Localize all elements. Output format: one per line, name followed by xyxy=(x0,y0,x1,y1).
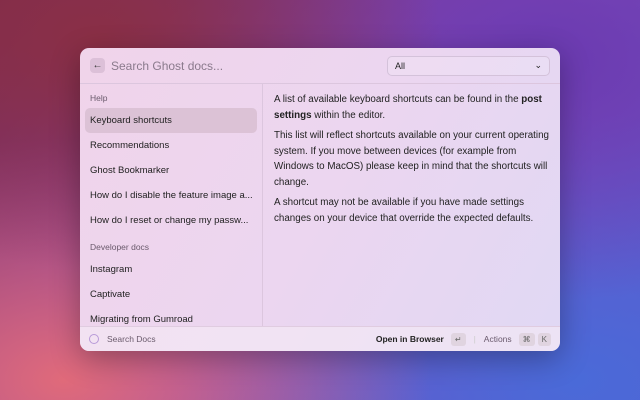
arrow-left-icon: ← xyxy=(92,60,103,71)
actions-button[interactable]: Actions xyxy=(484,334,512,344)
sidebar[interactable]: Help Keyboard shortcuts Recommendations … xyxy=(80,84,263,326)
list-item[interactable]: Ghost Bookmarker xyxy=(85,158,257,183)
loading-circle-icon xyxy=(89,334,99,344)
section-title: Help xyxy=(90,93,108,103)
filter-select[interactable]: All ⌄ xyxy=(387,55,550,76)
text: A list of available keyboard shortcuts c… xyxy=(274,94,522,105)
paragraph: This list will reflect shortcuts availab… xyxy=(274,130,549,188)
text: within the editor. xyxy=(311,109,386,121)
filter-value: All xyxy=(395,60,406,71)
paragraph: A shortcut may not be available if you h… xyxy=(274,197,534,224)
search-bar: ← Search Ghost docs... All ⌄ xyxy=(80,48,560,84)
back-button[interactable]: ← xyxy=(90,58,105,73)
search-input[interactable]: Search Ghost docs... xyxy=(111,59,387,73)
doc-content: A list of available keyboard shortcuts c… xyxy=(263,84,560,326)
chevron-down-icon: ⌄ xyxy=(534,60,542,70)
list-item[interactable]: Instagram xyxy=(85,257,257,282)
list-item[interactable]: Captivate xyxy=(85,282,257,307)
divider: | xyxy=(473,334,476,344)
section-title: Developer docs xyxy=(90,242,150,252)
footer: Search Docs Open in Browser ↵ | Actions … xyxy=(80,326,560,351)
footer-label: Search Docs xyxy=(107,334,156,344)
enter-key: ↵ xyxy=(450,332,466,346)
command-palette: ← Search Ghost docs... All ⌄ Help Keyboar… xyxy=(80,48,560,351)
list-item[interactable]: Keyboard shortcuts xyxy=(85,108,257,133)
list-item[interactable]: How do I reset or change my passw... xyxy=(85,208,257,233)
list-item[interactable]: How do I disable the feature image a... xyxy=(85,183,257,208)
open-in-browser-button[interactable]: Open in Browser xyxy=(376,334,444,344)
list-item[interactable]: Recommendations xyxy=(85,133,257,158)
k-key: K xyxy=(537,332,551,346)
list-item[interactable]: Migrating from Gumroad xyxy=(85,307,257,326)
cmd-key: ⌘ xyxy=(518,332,535,346)
